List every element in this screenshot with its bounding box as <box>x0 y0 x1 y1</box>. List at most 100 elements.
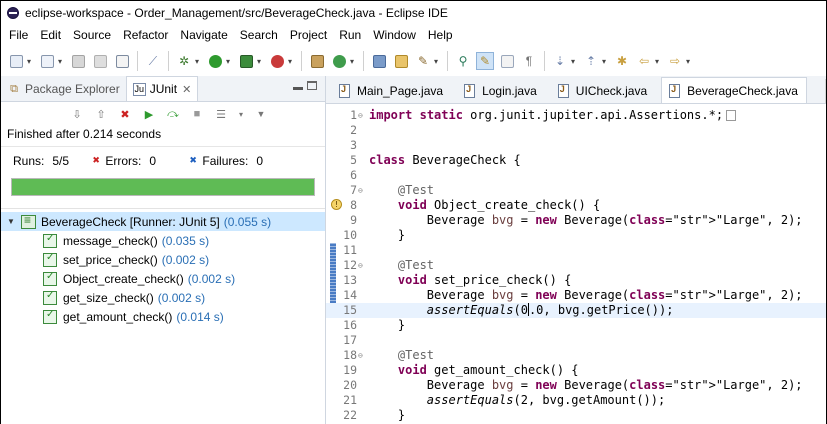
code-line[interactable]: 7 ⊖ @Test <box>326 183 826 198</box>
forward-dropdown-icon[interactable]: ▾ <box>686 57 693 66</box>
code-line[interactable]: 2 <box>326 123 826 138</box>
debug-dropdown-icon[interactable]: ▾ <box>195 57 202 66</box>
menu-refactor[interactable]: Refactor <box>117 28 174 42</box>
junit-view-panel: ⧉ Package Explorer Ju JUnit ✕ ▬ ⇩ ⇧ ✖ ▶ … <box>0 76 326 424</box>
code-line[interactable]: 14 Beverage bvg = new Beverage(class="st… <box>326 288 826 303</box>
new-class-icon[interactable] <box>330 52 348 70</box>
last-edit-location-icon[interactable]: ✱ <box>613 52 631 70</box>
open-folder-icon[interactable] <box>392 52 410 70</box>
code-line[interactable]: 1 ⊖ import static org.junit.jupiter.api.As… <box>326 108 826 123</box>
menu-run[interactable]: Run <box>333 28 367 42</box>
wizard-dropdown-icon[interactable]: ▾ <box>58 57 65 66</box>
history-dropdown-icon[interactable]: ▾ <box>237 106 245 122</box>
block-selection-icon[interactable] <box>498 52 516 70</box>
code-line[interactable]: 6 <box>326 168 826 183</box>
menu-edit[interactable]: Edit <box>34 28 67 42</box>
console-icon[interactable] <box>113 52 131 70</box>
maximize-icon[interactable] <box>307 81 317 90</box>
show-whitespace-icon[interactable]: ¶ <box>520 52 538 70</box>
code-line[interactable]: 3 <box>326 138 826 153</box>
back-icon[interactable]: ⇦ <box>635 52 653 70</box>
close-icon[interactable]: ✕ <box>182 83 191 96</box>
fold-toggle-icon[interactable]: ⊖ <box>358 258 363 273</box>
code-line[interactable]: 16 } <box>326 318 826 333</box>
new-package-icon[interactable] <box>308 52 326 70</box>
test-suite-row[interactable]: ▼ BeverageCheck [Runner: JUnit 5] (0.055… <box>1 212 325 231</box>
tab-package-explorer[interactable]: ⧉ Package Explorer <box>1 77 126 101</box>
test-case-row[interactable]: set_price_check() (0.002 s) <box>1 250 325 269</box>
code-line[interactable]: 19 void get_amount_check() { <box>326 363 826 378</box>
code-line[interactable]: 17 <box>326 333 826 348</box>
previous-failure-icon[interactable]: ⇧ <box>93 106 109 122</box>
fold-toggle-icon[interactable]: ⊖ <box>358 183 363 198</box>
coverage-dropdown-icon[interactable]: ▾ <box>257 57 264 66</box>
code-line[interactable]: 9 Beverage bvg = new Beverage(class="str… <box>326 213 826 228</box>
test-case-row[interactable]: get_amount_check() (0.014 s) <box>1 307 325 326</box>
tab-uicheck-java[interactable]: UICheck.java <box>551 78 655 103</box>
rerun-failed-first-icon[interactable]: ⤼ <box>165 106 181 122</box>
test-case-row[interactable]: get_size_check() (0.002 s) <box>1 288 325 307</box>
code-line[interactable]: 5 class BeverageCheck { <box>326 153 826 168</box>
new-dropdown-icon[interactable]: ▾ <box>27 57 34 66</box>
code-line[interactable]: 18 ⊖ @Test <box>326 348 826 363</box>
menu-search[interactable]: Search <box>234 28 284 42</box>
show-failures-only-icon[interactable]: ✖ <box>117 106 133 122</box>
menu-file[interactable]: File <box>3 28 34 42</box>
new-class-dropdown-icon[interactable]: ▾ <box>350 57 357 66</box>
fold-toggle-icon[interactable]: ⊖ <box>358 108 363 123</box>
new-icon[interactable] <box>7 52 25 70</box>
menu-help[interactable]: Help <box>422 28 459 42</box>
run-icon[interactable] <box>206 52 224 70</box>
tab-label: Package Explorer <box>25 82 120 96</box>
tab-beveragecheck-java[interactable]: BeverageCheck.java <box>661 77 807 103</box>
run-dropdown-icon[interactable]: ▾ <box>226 57 233 66</box>
stop-icon[interactable]: ■ <box>189 106 205 122</box>
tab-junit[interactable]: Ju JUnit ✕ <box>125 76 199 101</box>
next-annotation-dropdown-icon[interactable]: ▾ <box>571 57 578 66</box>
skip-breakpoints-icon[interactable]: ⟋ <box>144 52 162 70</box>
external-tools-icon[interactable] <box>268 52 286 70</box>
menu-window[interactable]: Window <box>367 28 422 42</box>
previous-annotation-dropdown-icon[interactable]: ▾ <box>602 57 609 66</box>
save-all-icon[interactable] <box>91 52 109 70</box>
code-line[interactable]: 22 } <box>326 408 826 423</box>
test-case-row[interactable]: message_check() (0.035 s) <box>1 231 325 250</box>
code-line[interactable]: 13 void set_price_check() { <box>326 273 826 288</box>
code-line[interactable]: 15 assertEquals(0.0, bvg.getPrice()); <box>326 303 826 318</box>
menu-navigate[interactable]: Navigate <box>174 28 233 42</box>
code-text: import static org.junit.jupiter.api.Asse… <box>369 108 737 123</box>
toggle-mark-occurrences-icon[interactable]: ⚲ <box>454 52 472 70</box>
code-line[interactable]: 21 assertEquals(2, bvg.getAmount()); <box>326 393 826 408</box>
test-case-row[interactable]: Object_create_check() (0.002 s) <box>1 269 325 288</box>
code-line[interactable]: 8 void Object_create_check() { <box>326 198 826 213</box>
save-icon[interactable] <box>69 52 87 70</box>
test-run-history-icon[interactable]: ☰ <box>213 106 229 122</box>
code-area[interactable]: ! 1 ⊖ import static org.junit.jupiter.api.… <box>326 104 826 424</box>
minimize-icon[interactable]: ▬ <box>293 82 303 93</box>
fold-toggle-icon[interactable]: ⊖ <box>358 348 363 363</box>
coverage-icon[interactable] <box>237 52 255 70</box>
new-wizard-icon[interactable] <box>38 52 56 70</box>
next-annotation-icon[interactable]: ⇣ <box>551 52 569 70</box>
menu-source[interactable]: Source <box>67 28 117 42</box>
menu-project[interactable]: Project <box>284 28 333 42</box>
code-line[interactable]: 12 ⊖ @Test <box>326 258 826 273</box>
open-type-icon[interactable] <box>370 52 388 70</box>
collapse-icon[interactable]: ▼ <box>7 217 17 226</box>
search-dropdown-icon[interactable]: ▾ <box>434 57 441 66</box>
previous-annotation-icon[interactable]: ⇡ <box>582 52 600 70</box>
highlight-icon[interactable]: ✎ <box>476 52 494 70</box>
code-line[interactable]: 11 <box>326 243 826 258</box>
code-line[interactable]: 20 Beverage bvg = new Beverage(class="st… <box>326 378 826 393</box>
debug-icon[interactable]: ✲ <box>175 52 193 70</box>
code-line[interactable]: 10 } <box>326 228 826 243</box>
back-dropdown-icon[interactable]: ▾ <box>655 57 662 66</box>
tab-main-page-java[interactable]: Main_Page.java <box>332 78 451 103</box>
forward-icon[interactable]: ⇨ <box>666 52 684 70</box>
search-icon[interactable]: ✎ <box>414 52 432 70</box>
next-failure-icon[interactable]: ⇩ <box>69 106 85 122</box>
rerun-test-icon[interactable]: ▶ <box>141 106 157 122</box>
external-tools-dropdown-icon[interactable]: ▾ <box>288 57 295 66</box>
view-menu-icon[interactable]: ▼ <box>253 106 269 122</box>
tab-login-java[interactable]: Login.java <box>457 78 545 103</box>
